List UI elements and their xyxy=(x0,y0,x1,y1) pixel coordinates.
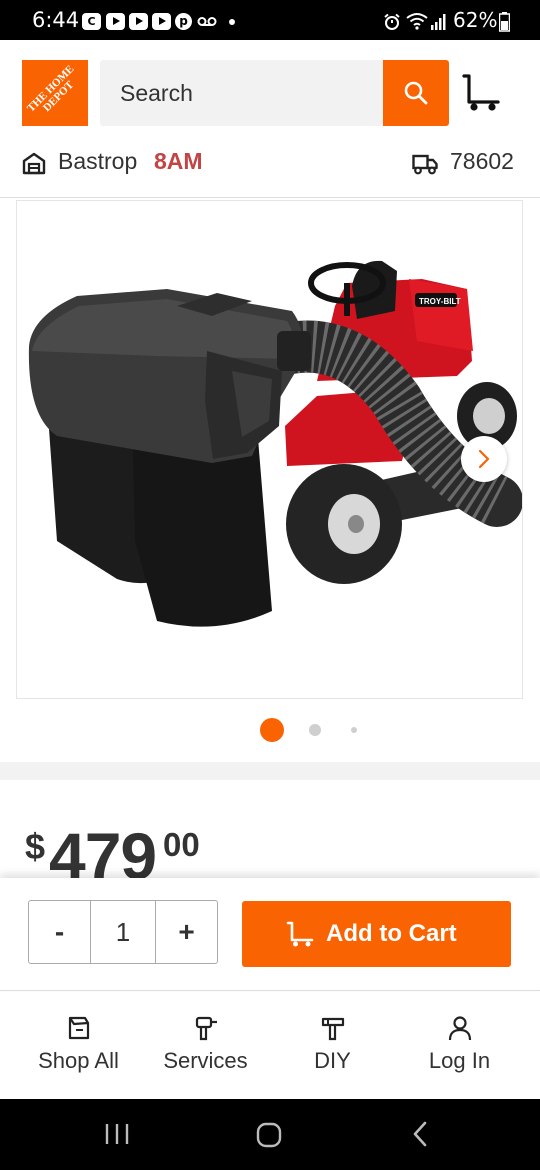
mower-bagger-illustration: TROY-BILT xyxy=(28,260,522,627)
nav-log-in[interactable]: Log In xyxy=(392,992,527,1099)
quantity-input[interactable]: 1 xyxy=(91,901,155,963)
delivery-zip-code[interactable]: 78602 xyxy=(450,148,514,175)
nav-diy[interactable]: DIY xyxy=(265,992,400,1099)
voicemail-icon xyxy=(197,17,217,26)
carousel-dot-active[interactable] xyxy=(260,718,284,742)
nav-services[interactable]: Services xyxy=(138,992,273,1099)
store-name[interactable]: Bastrop xyxy=(58,148,137,175)
home-icon[interactable] xyxy=(256,1122,282,1148)
quantity-stepper: - 1 + xyxy=(28,900,218,964)
wifi-icon xyxy=(406,13,428,30)
search-button[interactable] xyxy=(383,60,449,126)
nav-label: DIY xyxy=(314,1048,351,1073)
price-currency: $ xyxy=(25,826,46,867)
battery-icon xyxy=(499,12,510,32)
search-field[interactable]: Search xyxy=(100,60,383,126)
back-icon[interactable] xyxy=(410,1121,430,1147)
add-to-cart-button[interactable]: Add to Cart xyxy=(242,901,511,967)
system-navigation-bar xyxy=(0,1099,540,1170)
notification-dot-icon xyxy=(229,19,235,25)
mower-brand-text: TROY-BILT xyxy=(419,297,461,306)
section-divider xyxy=(0,762,540,780)
youtube-icon xyxy=(129,13,148,30)
cart-icon[interactable] xyxy=(460,72,502,114)
price-cents: 00 xyxy=(163,826,200,863)
add-to-cart-label: Add to Cart xyxy=(326,920,457,947)
diy-icon xyxy=(321,1017,345,1041)
carousel-dot[interactable] xyxy=(351,727,357,733)
status-bar: 6:44 C p 62% xyxy=(0,0,540,40)
signal-icon xyxy=(431,14,446,30)
header: THE HOME DEPOT Search xyxy=(0,40,540,140)
search-input[interactable]: Search xyxy=(120,60,370,126)
search-icon xyxy=(404,81,428,105)
youtube-icon xyxy=(152,13,171,30)
user-icon xyxy=(448,1016,472,1041)
carousel-dot[interactable] xyxy=(309,724,321,736)
nav-label: Log In xyxy=(428,1048,491,1073)
product-image[interactable]: TROY-BILT xyxy=(16,200,523,699)
store-icon[interactable] xyxy=(22,151,46,175)
nav-shop-all[interactable]: Shop All xyxy=(11,992,146,1099)
cart-icon xyxy=(286,921,314,947)
store-delivery-row: Bastrop 8AM 78602 xyxy=(0,140,540,198)
services-icon xyxy=(195,1016,217,1041)
recent-apps-icon[interactable] xyxy=(104,1122,130,1146)
bottom-navigation: Shop All Services DIY Log In xyxy=(0,992,540,1099)
carousel-next-button[interactable] xyxy=(461,436,507,482)
status-time: 6:44 xyxy=(32,8,80,32)
quantity-decrease-button[interactable]: - xyxy=(29,901,91,963)
pinterest-icon: p xyxy=(175,13,192,30)
nav-label: Services xyxy=(163,1048,248,1073)
logo-text: THE HOME DEPOT xyxy=(25,63,77,115)
delivery-truck-icon[interactable] xyxy=(412,151,438,175)
c-icon: C xyxy=(82,13,101,30)
store-open-time[interactable]: 8AM xyxy=(154,148,203,175)
home-depot-logo[interactable]: THE HOME DEPOT xyxy=(22,60,88,126)
alarm-icon xyxy=(384,13,400,30)
quantity-increase-button[interactable]: + xyxy=(155,901,217,963)
nav-label: Shop All xyxy=(38,1048,119,1073)
youtube-icon xyxy=(106,13,125,30)
battery-percent: 62% xyxy=(453,8,498,32)
chevron-right-icon xyxy=(478,449,490,469)
shop-all-icon xyxy=(68,1016,90,1040)
sticky-buy-bar: - 1 + Add to Cart xyxy=(0,878,540,991)
